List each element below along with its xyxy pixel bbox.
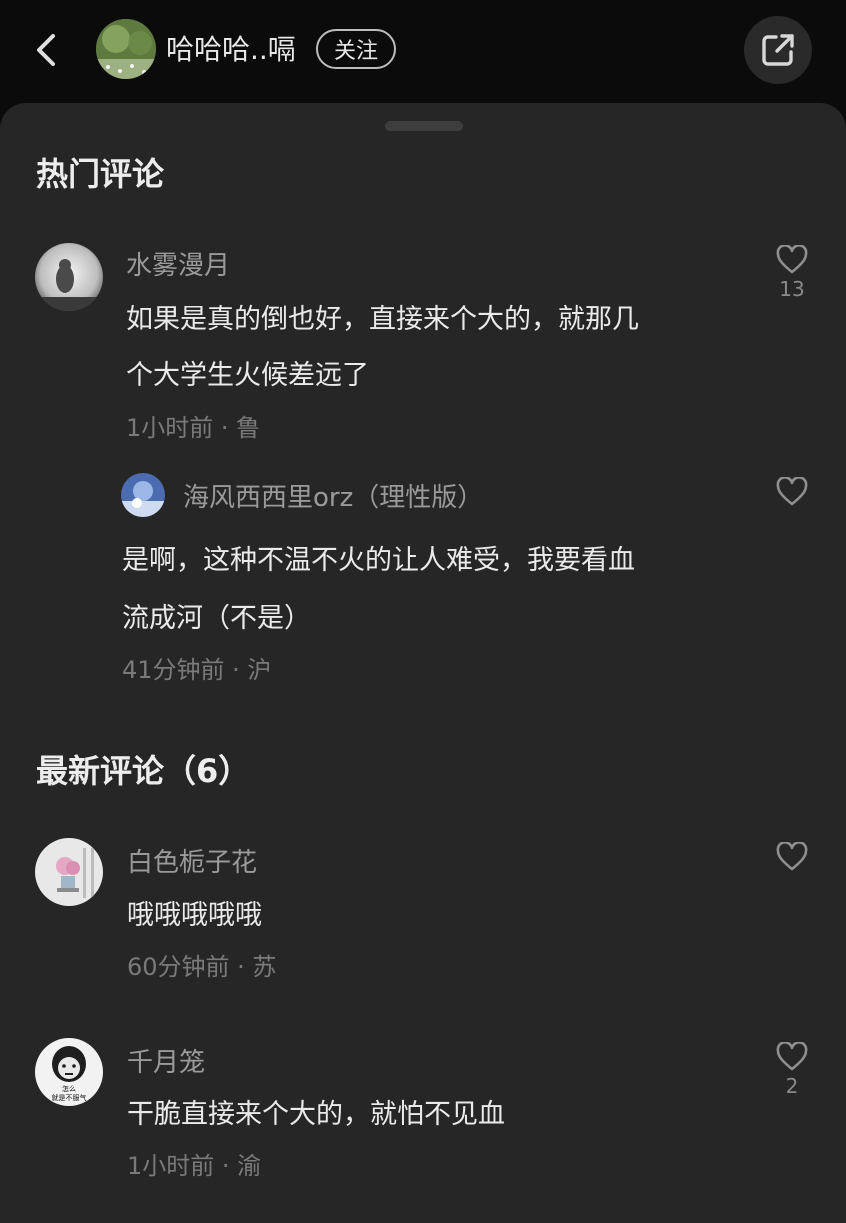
heart-outline-icon bbox=[776, 1042, 808, 1071]
reply-meta: 41分钟前 · 沪 bbox=[122, 656, 272, 684]
like-button[interactable] bbox=[762, 842, 822, 872]
like-button[interactable]: 13 bbox=[762, 245, 822, 301]
avatar-caption-line: 就是不服气 bbox=[52, 1093, 87, 1102]
chevron-left-icon bbox=[37, 34, 55, 66]
heart-outline-icon bbox=[776, 245, 808, 274]
back-button[interactable] bbox=[26, 28, 66, 72]
heart-outline-icon bbox=[776, 477, 808, 506]
top-bar: 哈哈哈..嗝 关注 bbox=[0, 0, 846, 104]
reply-text-line: 流成河（不是） bbox=[122, 603, 311, 634]
comment-text-line: 哦哦哦哦哦 bbox=[127, 900, 262, 931]
comment-meta: 60分钟前 · 苏 bbox=[127, 953, 277, 981]
comment-avatar[interactable] bbox=[35, 243, 103, 311]
comment-username[interactable]: 水雾漫月 bbox=[126, 245, 230, 282]
comment-avatar[interactable] bbox=[35, 838, 103, 906]
heart-outline-icon bbox=[776, 842, 808, 871]
reply-text-line: 是啊，这种不温不火的让人难受，我要看血 bbox=[122, 545, 635, 576]
share-button[interactable] bbox=[744, 16, 812, 84]
latest-comments-title: 最新评论（6） bbox=[36, 752, 251, 790]
follow-button[interactable]: 关注 bbox=[316, 29, 396, 69]
author-name[interactable]: 哈哈哈..嗝 bbox=[166, 28, 296, 72]
share-icon bbox=[762, 34, 794, 66]
comment-text-line: 如果是真的倒也好，直接来个大的，就那几 bbox=[126, 304, 639, 335]
avatar-image: 怎么 就是不服气 bbox=[35, 1038, 103, 1106]
hot-comments-title: 热门评论 bbox=[36, 155, 165, 193]
drag-handle[interactable] bbox=[385, 121, 463, 131]
comment-meta: 1小时前 · 鲁 bbox=[126, 414, 261, 442]
reply-like-button[interactable] bbox=[762, 477, 822, 507]
avatar-image bbox=[35, 243, 103, 311]
reply-avatar[interactable] bbox=[121, 473, 165, 517]
reply-username[interactable]: 海风西西里orz（理性版） bbox=[183, 477, 483, 514]
comment-username[interactable]: 白色栀子花 bbox=[127, 842, 257, 879]
comment-text-line: 干脆直接来个大的，就怕不见血 bbox=[127, 1099, 505, 1130]
like-count: 13 bbox=[779, 277, 805, 301]
comment-username[interactable]: 千月笼 bbox=[127, 1042, 205, 1079]
avatar-image bbox=[121, 473, 165, 517]
like-count: 2 bbox=[785, 1074, 799, 1098]
comment-sheet: 热门评论 水雾漫月 如果是真的倒也好，直接来个大的，就那几 个大学生火候差远了 … bbox=[0, 103, 846, 1223]
avatar-caption-line: 怎么 bbox=[62, 1084, 76, 1093]
comment-meta: 1小时前 · 渝 bbox=[127, 1152, 262, 1180]
like-button[interactable]: 2 bbox=[762, 1042, 822, 1098]
comment-avatar[interactable]: 怎么 就是不服气 bbox=[35, 1038, 103, 1106]
comment-text-line: 个大学生火候差远了 bbox=[126, 360, 369, 391]
avatar-image bbox=[35, 838, 103, 906]
author-avatar-image bbox=[96, 19, 156, 79]
author-avatar[interactable] bbox=[96, 19, 156, 79]
